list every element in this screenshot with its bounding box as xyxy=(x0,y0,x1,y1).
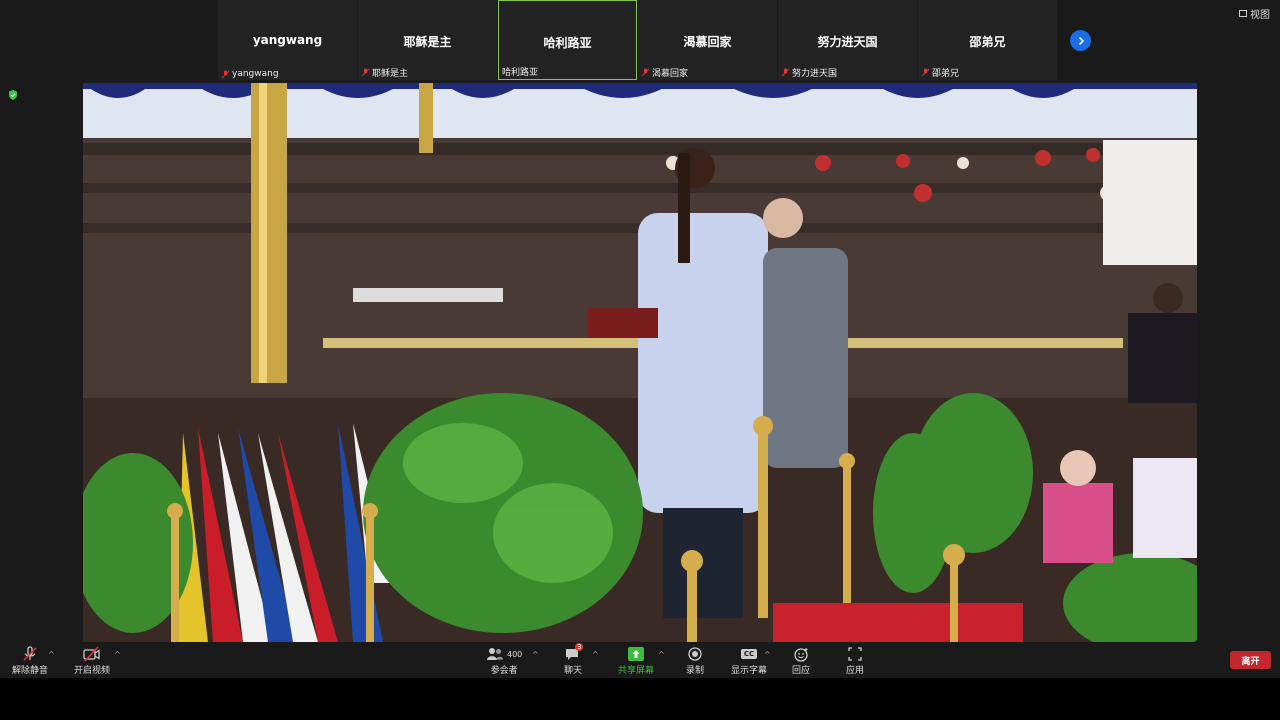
record-icon xyxy=(688,647,702,661)
shared-video[interactable] xyxy=(83,83,1197,642)
participant-strip: yangwang yangwang 耶稣是主 耶稣是主 哈利路亚 哈利路亚 渴慕… xyxy=(218,0,1057,82)
record-label: 录制 xyxy=(686,666,705,676)
participant-label-text: 哈利路亚 xyxy=(502,68,539,78)
participant-label-text: 努力进天国 xyxy=(792,69,838,79)
view-label: 视图 xyxy=(1250,10,1270,21)
video-frame-image xyxy=(83,83,1197,642)
participant-tile-active[interactable]: 哈利路亚 哈利路亚 xyxy=(498,0,637,80)
share-screen-label: 共享屏幕 xyxy=(618,666,655,676)
security-shield-icon[interactable] xyxy=(8,90,18,100)
participant-label: yangwang xyxy=(221,69,279,79)
participant-name: 努力进天国 xyxy=(817,35,878,49)
reactions-button[interactable]: 回应 xyxy=(792,646,810,676)
participant-name: 耶稣是主 xyxy=(403,35,452,49)
grid-view-icon xyxy=(1239,10,1247,17)
captions-options-caret-icon[interactable]: ^ xyxy=(764,650,771,659)
participants-count: 400 xyxy=(507,649,523,659)
mic-muted-icon xyxy=(641,68,650,77)
participant-name: yangwang xyxy=(252,33,323,47)
next-page-button[interactable] xyxy=(1070,30,1091,51)
show-captions-button[interactable]: CC 显示字幕 xyxy=(731,646,767,676)
participant-tile[interactable]: 渴慕回家 渴慕回家 xyxy=(638,0,777,80)
unmute-label: 解除静音 xyxy=(12,666,49,676)
mic-muted-icon xyxy=(23,646,37,661)
participant-tile[interactable]: 耶稣是主 耶稣是主 xyxy=(358,0,497,80)
participant-label-text: 邵弟兄 xyxy=(932,69,960,79)
captions-icon: CC xyxy=(740,649,758,659)
share-screen-icon xyxy=(628,647,644,661)
mic-muted-icon xyxy=(921,68,930,77)
participant-name: 邵弟兄 xyxy=(969,35,1006,49)
participant-label-text: 耶稣是主 xyxy=(372,69,409,79)
view-button[interactable]: 视图 xyxy=(1239,6,1270,21)
participant-name: 哈利路亚 xyxy=(543,36,592,50)
participants-button[interactable]: 400 参会者 xyxy=(486,646,522,676)
participants-options-caret-icon[interactable]: ^ xyxy=(532,650,539,659)
apps-button[interactable]: 应用 xyxy=(846,646,864,676)
apps-icon xyxy=(848,647,862,661)
bottom-bar xyxy=(0,678,1280,720)
participant-tile[interactable]: yangwang yangwang xyxy=(218,0,357,80)
participant-label: 邵弟兄 xyxy=(921,66,959,79)
chat-label: 聊天 xyxy=(564,666,583,676)
participant-tile[interactable]: 努力进天国 努力进天国 xyxy=(778,0,917,80)
mic-muted-icon xyxy=(221,70,230,78)
mic-muted-icon xyxy=(361,68,370,77)
show-captions-label: 显示字幕 xyxy=(731,666,768,676)
reactions-label: 回应 xyxy=(792,666,811,676)
participant-label-text: yangwang xyxy=(232,69,279,79)
chevron-right-icon xyxy=(1078,36,1084,45)
participant-label: 耶稣是主 xyxy=(361,66,408,79)
start-video-label: 开启视频 xyxy=(74,666,111,676)
mic-muted-icon xyxy=(781,68,790,77)
share-options-caret-icon[interactable]: ^ xyxy=(658,650,665,659)
record-button[interactable]: 录制 xyxy=(686,646,704,676)
video-off-icon xyxy=(83,646,100,662)
participant-tile[interactable]: 邵弟兄 邵弟兄 xyxy=(918,0,1057,80)
start-video-button[interactable]: 开启视频 xyxy=(74,646,110,676)
chat-button[interactable]: 3 聊天 xyxy=(564,643,584,676)
participant-label: 努力进天国 xyxy=(781,66,837,79)
leave-meeting-button[interactable]: 离开 xyxy=(1230,651,1271,669)
share-screen-button[interactable]: 共享屏幕 xyxy=(618,646,654,676)
participant-name: 渴慕回家 xyxy=(683,35,732,49)
participant-label-text: 渴慕回家 xyxy=(652,69,689,79)
chat-badge: 3 xyxy=(575,643,584,651)
unmute-button[interactable]: 解除静音 xyxy=(12,646,48,676)
participants-label: 参会者 xyxy=(490,666,518,676)
audio-options-caret-icon[interactable]: ^ xyxy=(48,650,55,659)
participant-label: 哈利路亚 xyxy=(502,65,538,78)
participant-label: 渴慕回家 xyxy=(641,66,688,79)
chat-options-caret-icon[interactable]: ^ xyxy=(592,650,599,659)
video-options-caret-icon[interactable]: ^ xyxy=(114,650,121,659)
apps-label: 应用 xyxy=(846,666,865,676)
participants-icon xyxy=(487,648,503,660)
meeting-toolbar: 解除静音 ^ 开启视频 ^ 400 参会者 ^ 3 聊天 ^ 共享屏幕 ^ 录制… xyxy=(0,642,1280,678)
emoji-icon xyxy=(793,647,808,662)
